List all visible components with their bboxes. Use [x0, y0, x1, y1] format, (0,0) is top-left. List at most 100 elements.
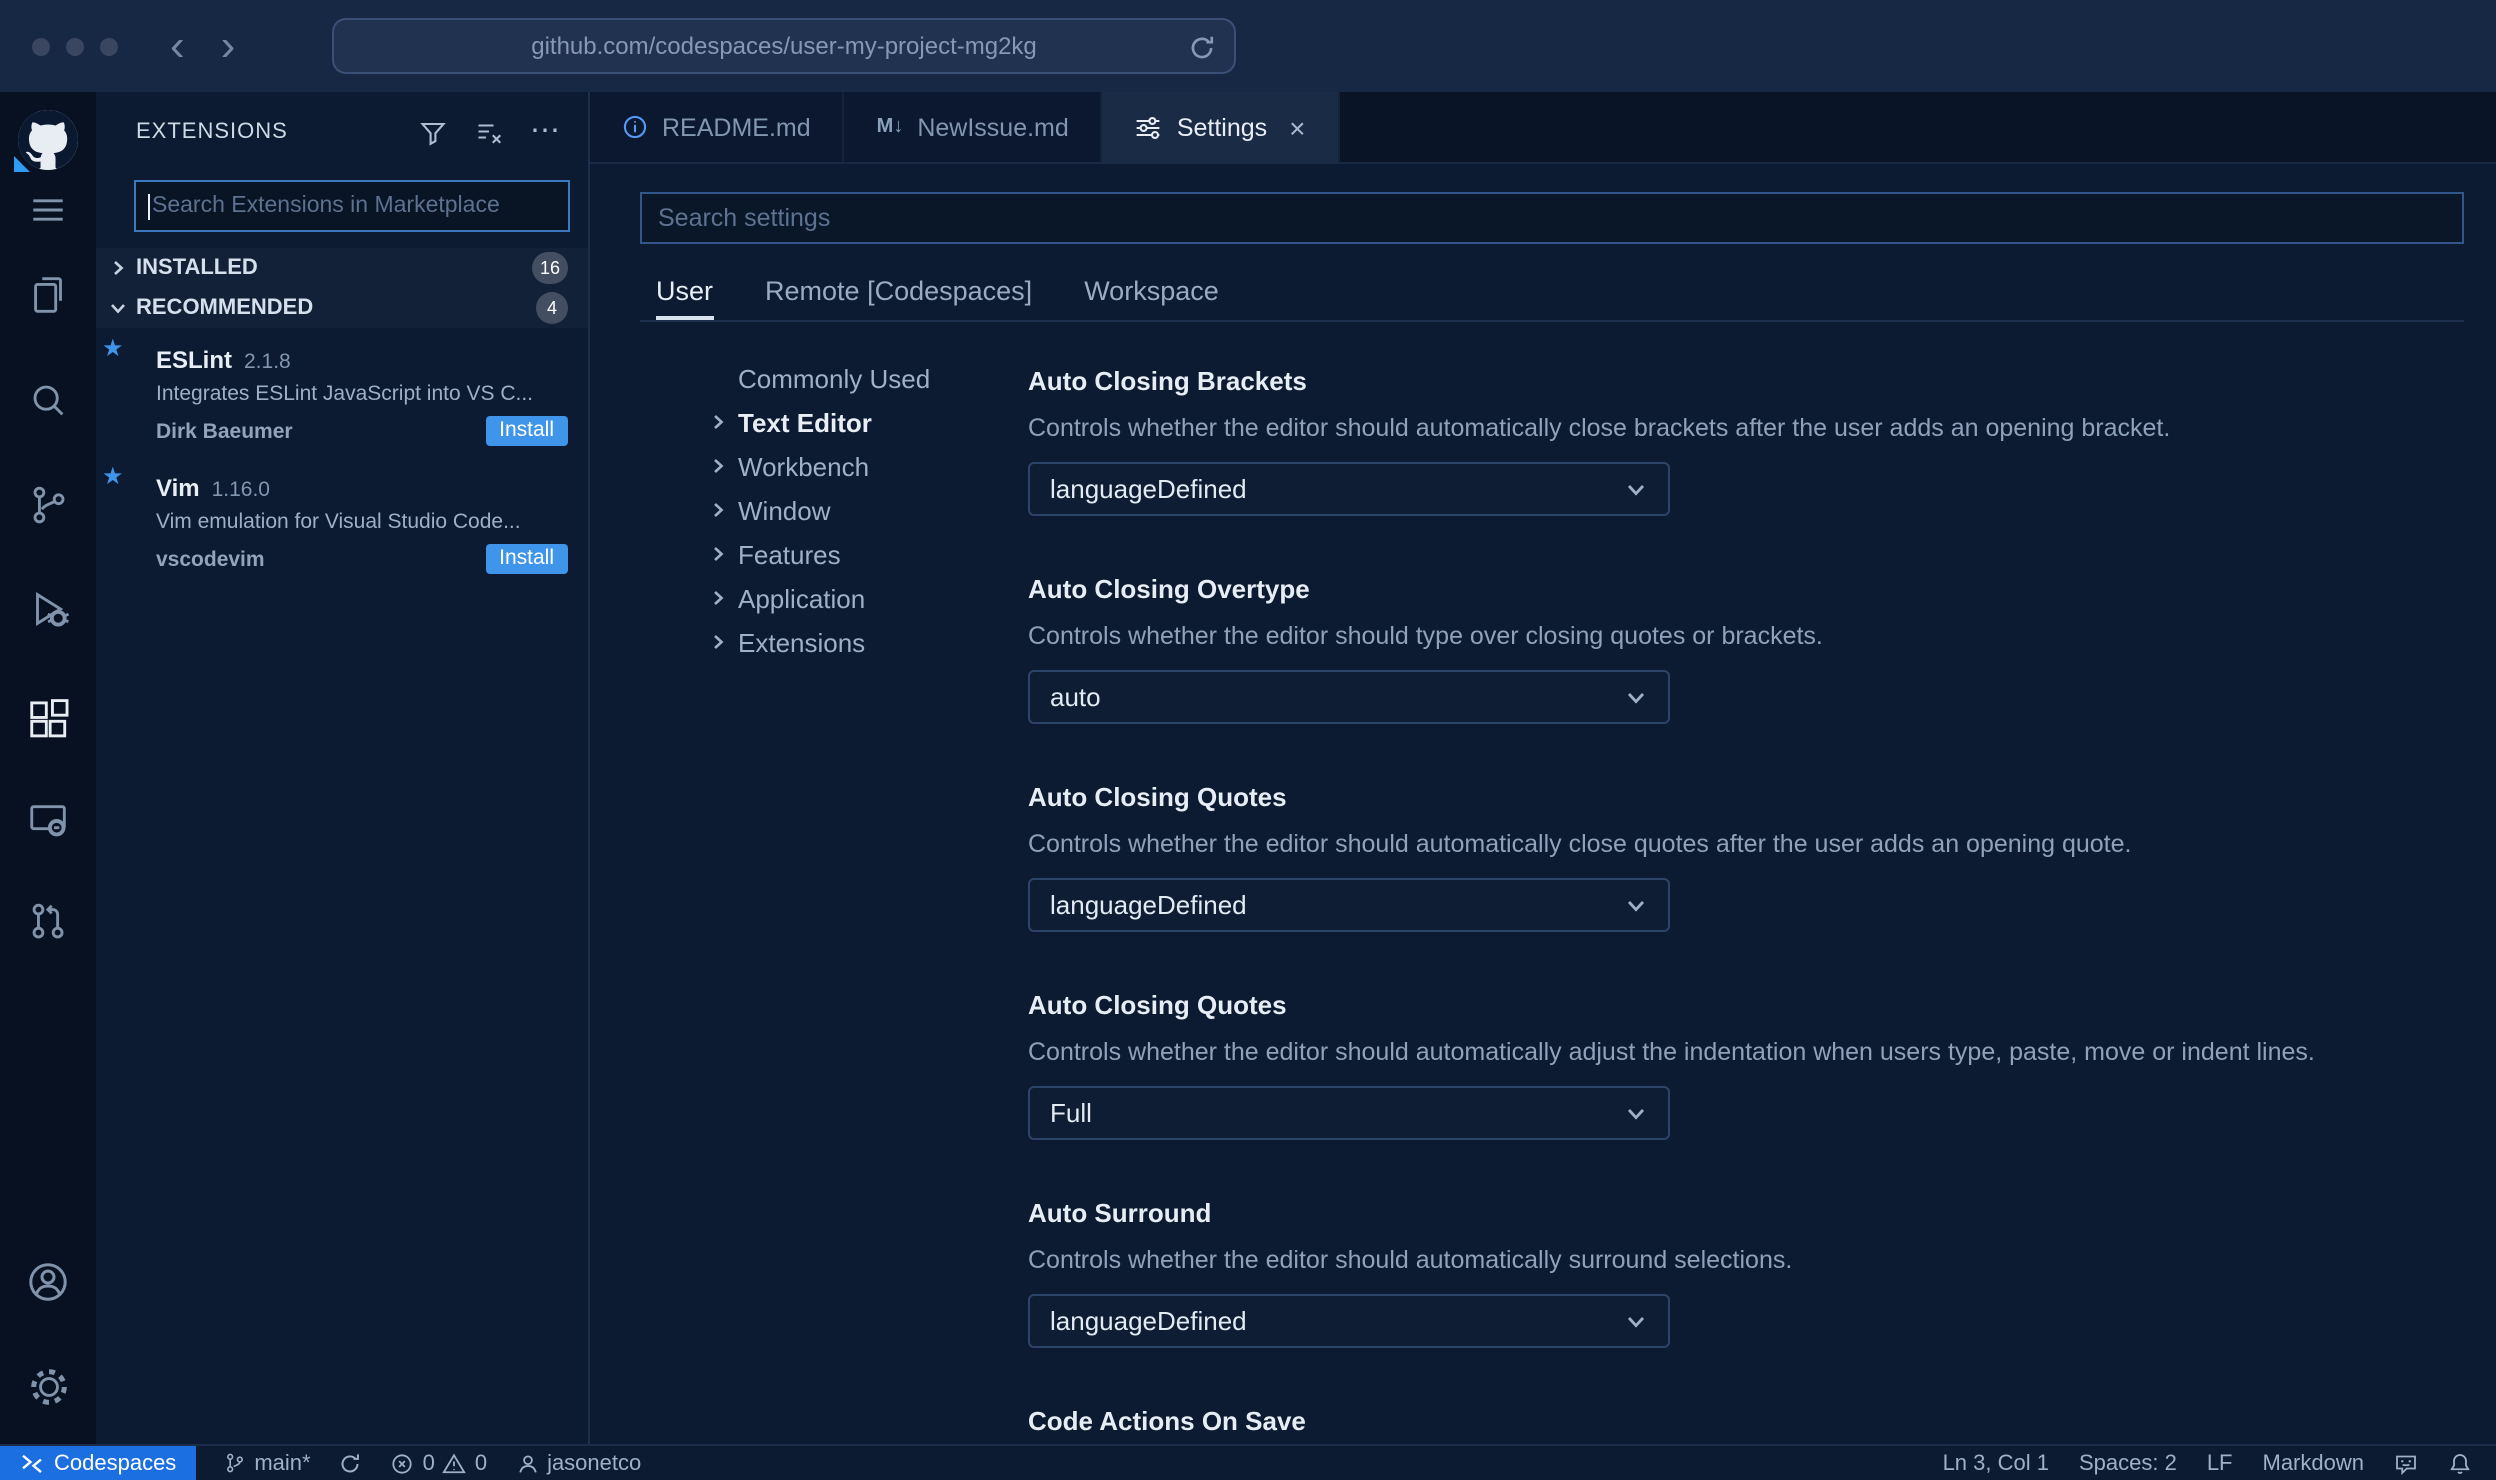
section-recommended[interactable]: RECOMMENDED 4: [96, 288, 588, 328]
account-icon[interactable]: [0, 1258, 96, 1306]
setting-code-actions-on-save: Code Actions On Save: [1028, 1406, 1306, 1436]
clear-extensions-search-icon[interactable]: [474, 117, 504, 147]
setting-description: Controls whether the editor should type …: [1028, 622, 1823, 650]
setting-auto-closing-brackets: Auto Closing Brackets Controls whether t…: [1028, 366, 2170, 516]
search-icon[interactable]: [0, 378, 96, 424]
chevron-right-icon: [114, 261, 124, 275]
warning-icon: [443, 1452, 467, 1473]
filter-extensions-icon[interactable]: [418, 117, 448, 147]
section-label: RECOMMENDED: [136, 296, 314, 320]
setting-description: Controls whether the editor should autom…: [1028, 830, 2132, 858]
setting-description: Controls whether the editor should autom…: [1028, 1246, 1793, 1274]
extensions-icon[interactable]: [0, 696, 96, 742]
setting-value-dropdown[interactable]: auto: [1028, 670, 1670, 724]
pull-request-icon[interactable]: [0, 900, 96, 946]
explorer-icon[interactable]: [0, 272, 96, 318]
chevron-down-icon: [1627, 1316, 1645, 1327]
toc-commonly-used[interactable]: Commonly Used: [710, 356, 1010, 400]
toc-label: Text Editor: [738, 407, 872, 437]
notifications-bell-icon[interactable]: [2448, 1451, 2472, 1475]
signed-in-user[interactable]: jasonetco: [515, 1451, 641, 1475]
settings-gear-icon[interactable]: [0, 1364, 96, 1410]
chevron-down-icon: [1627, 900, 1645, 911]
section-installed[interactable]: INSTALLED 16: [96, 248, 588, 288]
remote-explorer-icon[interactable]: [0, 798, 96, 844]
toc-features[interactable]: Features: [710, 532, 1010, 576]
window-zoom-button[interactable]: [100, 37, 118, 55]
setting-value-dropdown[interactable]: languageDefined: [1028, 878, 1670, 932]
branch-indicator[interactable]: main*: [224, 1451, 311, 1475]
settings-search-placeholder: Search settings: [658, 204, 831, 232]
source-control-icon[interactable]: [0, 482, 96, 528]
extension-version: 2.1.8: [244, 350, 291, 374]
setting-value-dropdown[interactable]: languageDefined: [1028, 462, 1670, 516]
extensions-search-placeholder: Search Extensions in Marketplace: [152, 194, 500, 218]
error-count: 0: [422, 1451, 435, 1475]
feedback-icon[interactable]: [2394, 1451, 2418, 1475]
browser-forward-button[interactable]: ›: [221, 23, 236, 68]
settings-toc: Commonly Used Text Editor Workbench Wind…: [710, 356, 1010, 664]
menu-icon[interactable]: [0, 188, 96, 232]
setting-title: Auto Closing Quotes: [1028, 782, 1287, 812]
chevron-down-icon: [1627, 1108, 1645, 1119]
recommended-star-icon: ★: [102, 462, 124, 490]
chevron-down-icon: [111, 304, 125, 314]
workbench: EXTENSIONS ⋯ Search Extensions in Market…: [0, 92, 2496, 1444]
text-cursor: [148, 193, 150, 219]
scope-remote[interactable]: Remote [Codespaces]: [765, 276, 1032, 320]
toc-label: Commonly Used: [738, 363, 931, 393]
toc-label: Extensions: [738, 627, 866, 657]
window-controls: [32, 37, 118, 55]
reload-icon[interactable]: [1188, 34, 1216, 62]
more-actions-icon[interactable]: ⋯: [530, 116, 560, 146]
setting-auto-indent: Auto Closing Quotes Controls whether the…: [1028, 990, 2315, 1140]
toc-window[interactable]: Window: [710, 488, 1010, 532]
github-codespaces-logo-icon: [14, 110, 78, 172]
extension-name: ESLint: [156, 346, 232, 374]
scope-user[interactable]: User: [656, 276, 714, 320]
setting-value-dropdown[interactable]: Full: [1028, 1086, 1670, 1140]
warning-count: 0: [474, 1451, 488, 1475]
chevron-right-icon: [714, 503, 724, 517]
chevron-right-icon: [714, 591, 724, 605]
sidebar-title: EXTENSIONS: [136, 120, 288, 144]
run-debug-icon[interactable]: [0, 586, 96, 632]
section-label: INSTALLED: [136, 256, 258, 280]
setting-auto-surround: Auto Surround Controls whether the edito…: [1028, 1198, 1792, 1348]
toc-application[interactable]: Application: [710, 576, 1010, 620]
branch-icon: [227, 1453, 244, 1473]
chevron-right-icon: [714, 459, 724, 473]
window-close-button[interactable]: [32, 37, 50, 55]
remote-icon: [22, 1453, 42, 1473]
info-icon: [623, 115, 647, 139]
recommended-count-badge: 4: [536, 292, 568, 324]
extensions-sidebar: EXTENSIONS ⋯ Search Extensions in Market…: [96, 92, 590, 1444]
extensions-search-input[interactable]: Search Extensions in Marketplace: [134, 180, 570, 232]
chevron-right-icon: [714, 415, 724, 429]
install-button[interactable]: Install: [485, 544, 568, 574]
setting-auto-closing-quotes: Auto Closing Quotes Controls whether the…: [1028, 782, 2131, 932]
address-bar[interactable]: github.com/codespaces/user-my-project-mg…: [332, 18, 1236, 74]
toc-label: Application: [738, 583, 866, 613]
indentation-indicator[interactable]: Spaces: 2: [2079, 1451, 2177, 1475]
remote-indicator[interactable]: Codespaces: [0, 1446, 197, 1480]
language-mode[interactable]: Markdown: [2263, 1451, 2365, 1475]
sidebar-header: EXTENSIONS ⋯: [96, 92, 588, 172]
extension-list-item[interactable]: ★ ESLint 2.1.8 Integrates ESLint JavaScr…: [96, 334, 588, 460]
setting-title: Auto Surround: [1028, 1198, 1212, 1228]
sync-button[interactable]: [339, 1451, 363, 1475]
setting-value-dropdown[interactable]: languageDefined: [1028, 1294, 1670, 1348]
cursor-position[interactable]: Ln 3, Col 1: [1943, 1451, 2049, 1475]
tab-label: README.md: [662, 113, 811, 141]
extension-list-item[interactable]: ★ Vim 1.16.0 Vim emulation for Visual St…: [96, 462, 588, 588]
problems-indicator[interactable]: 0 0: [391, 1451, 488, 1475]
toc-text-editor[interactable]: Text Editor: [710, 400, 1010, 444]
browser-back-button[interactable]: ‹: [170, 23, 185, 68]
window-minimize-button[interactable]: [66, 37, 84, 55]
tab-readme[interactable]: README.md: [590, 92, 845, 162]
toc-workbench[interactable]: Workbench: [710, 444, 1010, 488]
vscode-wedge-icon: [14, 156, 30, 172]
install-button[interactable]: Install: [485, 416, 568, 446]
eol-indicator[interactable]: LF: [2207, 1451, 2233, 1475]
toc-extensions[interactable]: Extensions: [710, 620, 1010, 664]
